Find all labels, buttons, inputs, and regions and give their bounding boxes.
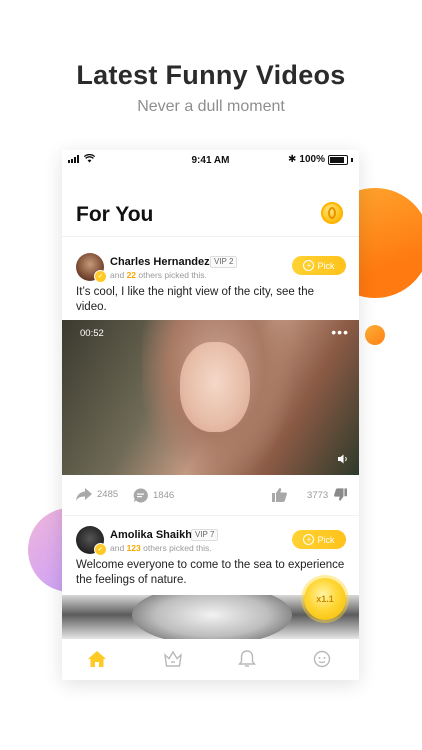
share-action[interactable]: 2485 xyxy=(76,488,118,501)
video-player[interactable]: 00:52 ••• xyxy=(62,320,359,475)
verified-badge-icon: ✓ xyxy=(94,270,107,283)
share-count: 2485 xyxy=(97,489,119,500)
bluetooth-icon: ✱ xyxy=(288,154,297,165)
post-actions: 2485 1846 3773 xyxy=(62,475,359,515)
tab-bar xyxy=(62,639,359,680)
avatar[interactable]: ✓ xyxy=(76,253,107,283)
status-bar: 9:41 AM ✱ 100% xyxy=(62,150,359,172)
video-duration: 00:52 xyxy=(80,328,104,339)
avatar[interactable]: ✓ xyxy=(76,526,107,556)
vip-badge: VIP 2 xyxy=(210,256,238,268)
phone-screen: 9:41 AM ✱ 100% For You ✓ Charles Hernand… xyxy=(62,150,359,680)
battery-icon xyxy=(328,154,348,165)
comment-count: 1846 xyxy=(153,490,175,501)
pick-button[interactable]: + Pick xyxy=(292,530,346,549)
dislike-action[interactable] xyxy=(334,488,347,501)
pick-button[interactable]: + Pick xyxy=(292,256,346,275)
divider xyxy=(62,236,359,237)
thumbs-up-icon xyxy=(272,488,287,502)
more-options-icon[interactable]: ••• xyxy=(331,324,349,340)
post-caption: Welcome everyone to come to the sea to e… xyxy=(76,559,345,586)
picked-by-text: and 22 others picked this. xyxy=(110,270,207,280)
plus-icon: + xyxy=(303,260,315,271)
comment-action[interactable]: 1846 xyxy=(133,488,174,503)
tab-home-icon[interactable] xyxy=(87,649,107,669)
author-name[interactable]: Charles Hernandez xyxy=(110,256,210,268)
promo-title: Latest Funny Videos xyxy=(76,60,346,90)
like-count: 3773 xyxy=(307,489,329,501)
plus-icon: + xyxy=(303,534,315,545)
coin-icon[interactable] xyxy=(321,202,343,224)
comment-icon xyxy=(133,488,148,503)
battery-percent: 100% xyxy=(299,154,325,165)
divider xyxy=(62,515,359,516)
decorative-orange-dot xyxy=(365,325,385,345)
page-title: For You xyxy=(76,203,154,226)
promo-subtitle: Never a dull moment xyxy=(137,98,285,115)
tab-chat-icon[interactable] xyxy=(312,649,332,669)
share-icon xyxy=(76,488,92,501)
tab-crown-icon[interactable] xyxy=(163,649,183,669)
picked-by-text: and 123 others picked this. xyxy=(110,543,212,553)
tab-bell-icon[interactable] xyxy=(237,649,257,669)
author-name[interactable]: Amolika Shaikh xyxy=(110,529,192,541)
volume-icon[interactable] xyxy=(337,453,349,465)
like-action[interactable]: 3773 xyxy=(272,488,328,502)
post-caption: It’s cool, I like the night view of the … xyxy=(76,286,315,313)
verified-badge-icon: ✓ xyxy=(94,543,107,556)
speed-badge[interactable]: x1.1 xyxy=(304,578,346,620)
thumbs-down-icon xyxy=(334,488,347,501)
vip-badge: VIP 7 xyxy=(191,529,219,541)
